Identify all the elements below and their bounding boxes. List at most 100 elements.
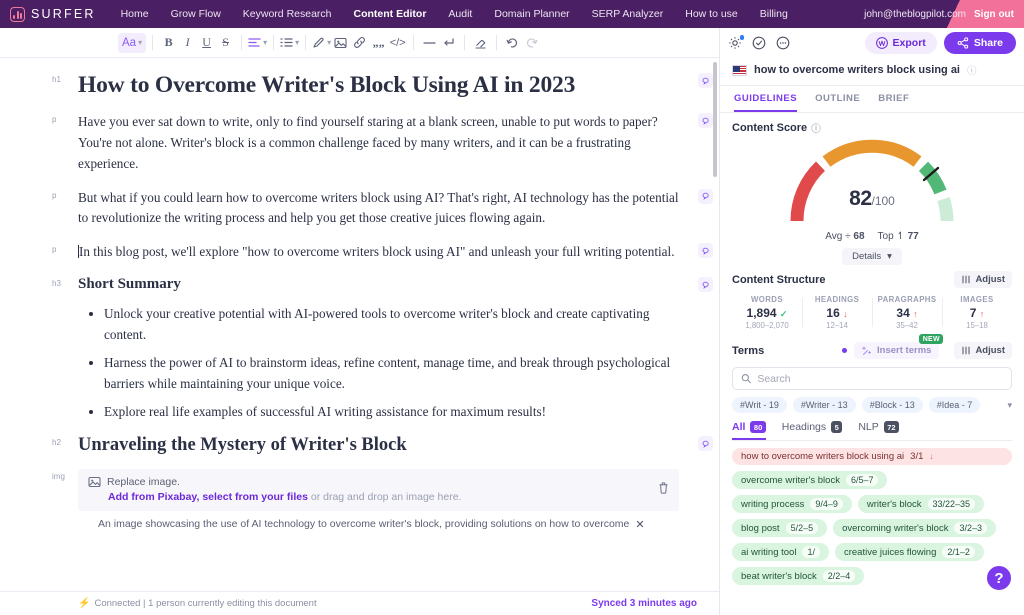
- image-placeholder[interactable]: Replace image. Add from Pixabay, select …: [78, 469, 679, 512]
- underline-button[interactable]: U: [197, 33, 216, 53]
- term-pill[interactable]: ai writing tool 1/: [732, 543, 829, 561]
- nav-item-content-editor[interactable]: Content Editor: [343, 0, 438, 28]
- page-title[interactable]: How to Overcome Writer's Block Using AI …: [78, 72, 679, 99]
- close-icon[interactable]: ✕: [635, 518, 644, 531]
- check-circle-icon[interactable]: [752, 36, 766, 50]
- tab-guidelines[interactable]: GUIDELINES: [734, 86, 798, 112]
- add-from-pixabay-link[interactable]: Add from Pixabay, select from your files: [108, 491, 308, 503]
- code-icon[interactable]: </>: [388, 33, 407, 53]
- hash-filter-writer[interactable]: #Writer - 13: [792, 397, 856, 413]
- adjust-structure-button[interactable]: Adjust: [954, 271, 1012, 288]
- term-pill[interactable]: how to overcome writers block using ai 3…: [732, 448, 1012, 465]
- chevron-down-icon: ▾: [138, 38, 143, 47]
- content-score-section: Content Score ⓘ 82/100 Avg ÷ 68 Top ↿ 77…: [720, 113, 1024, 265]
- page-break-icon[interactable]: [439, 33, 458, 53]
- comment-icon[interactable]: [698, 277, 713, 293]
- link-icon[interactable]: [350, 33, 369, 53]
- expand-hashes-chevron-icon[interactable]: ▾: [1007, 400, 1012, 411]
- summary-list[interactable]: Unlock your creative potential with AI-p…: [78, 304, 679, 422]
- terms-tab-headings[interactable]: Headings 5: [782, 421, 843, 440]
- nav-item-keyword-research[interactable]: Keyword Research: [232, 0, 343, 28]
- document-scroll-area[interactable]: h1 How to Overcome Writer's Block Using …: [0, 58, 719, 591]
- clear-formatting-eraser-icon[interactable]: [471, 33, 490, 53]
- help-button[interactable]: ?: [984, 563, 1014, 593]
- insert-image-icon[interactable]: [331, 33, 350, 53]
- nav-item-billing[interactable]: Billing: [749, 0, 799, 28]
- list-button[interactable]: ▾: [280, 33, 299, 53]
- strikethrough-button[interactable]: S: [216, 33, 235, 53]
- stat-label: WORDS: [751, 295, 783, 304]
- info-icon[interactable]: ⓘ: [967, 63, 977, 77]
- nav-item-home[interactable]: Home: [110, 0, 160, 28]
- comment-icon[interactable]: [698, 73, 713, 88]
- comment-icon[interactable]: [698, 436, 713, 452]
- document-block-paragraph[interactable]: p But what if you could learn how to ove…: [52, 188, 713, 230]
- quote-icon[interactable]: „„: [369, 33, 388, 53]
- adjust-terms-button[interactable]: Adjust: [954, 342, 1012, 359]
- bold-label: B: [164, 35, 173, 49]
- heading-unraveling-mystery[interactable]: Unraveling the Mystery of Writer's Block: [78, 435, 679, 456]
- document-block-h2[interactable]: h2 Unraveling the Mystery of Writer's Bl…: [52, 435, 713, 456]
- more-options-icon[interactable]: [776, 36, 790, 50]
- details-button[interactable]: Details ▾: [842, 248, 902, 265]
- list-item[interactable]: Harness the power of AI to brainstorm id…: [104, 353, 679, 395]
- brand-logo[interactable]: SURFER: [0, 6, 96, 22]
- redo-icon[interactable]: [522, 33, 541, 53]
- hash-filter-writ[interactable]: #Writ - 19: [732, 397, 787, 413]
- block-tag-label: h1: [52, 75, 61, 84]
- list-item[interactable]: Unlock your creative potential with AI-p…: [104, 304, 679, 346]
- document-block-image[interactable]: img Replace image. Add from Pixabay, sel…: [52, 469, 679, 531]
- term-text: writer's block: [866, 498, 922, 510]
- tab-brief[interactable]: BRIEF: [878, 86, 909, 112]
- list-item[interactable]: Explore real life examples of successful…: [104, 402, 679, 423]
- info-icon[interactable]: ⓘ: [811, 121, 821, 135]
- hash-filter-idea[interactable]: #Idea - 7: [928, 397, 981, 413]
- horizontal-rule-icon[interactable]: [420, 33, 439, 53]
- document-block-list[interactable]: Unlock your creative potential with AI-p…: [78, 304, 679, 422]
- undo-icon[interactable]: [503, 33, 522, 53]
- hash-filter-block[interactable]: #Block - 13: [861, 397, 923, 413]
- heading-short-summary[interactable]: Short Summary: [78, 276, 679, 293]
- insert-terms-button[interactable]: Insert terms NEW: [854, 334, 944, 359]
- italic-button[interactable]: I: [178, 33, 197, 53]
- comment-icon[interactable]: [698, 243, 713, 259]
- nav-item-how-to-use[interactable]: How to use: [674, 0, 749, 28]
- delete-image-icon[interactable]: [658, 481, 669, 499]
- nav-item-serp-analyzer[interactable]: SERP Analyzer: [581, 0, 675, 28]
- document-block-paragraph[interactable]: p Have you ever sat down to write, only …: [52, 112, 713, 175]
- term-pill[interactable]: overcome writer's block 6/5–7: [732, 471, 888, 489]
- comment-icon[interactable]: [698, 188, 713, 204]
- share-button[interactable]: Share: [943, 32, 1016, 54]
- term-pill[interactable]: writer's block 33/22–35: [857, 495, 985, 513]
- paragraph-text[interactable]: But what if you could learn how to overc…: [78, 188, 679, 230]
- document-scrollbar[interactable]: [713, 62, 717, 177]
- bold-button[interactable]: B: [159, 33, 178, 53]
- terms-tab-nlp[interactable]: NLP 72: [858, 421, 900, 440]
- export-button[interactable]: Export: [864, 32, 937, 54]
- terms-tab-all[interactable]: All 80: [732, 421, 766, 440]
- term-pill[interactable]: writing process 9/4–9: [732, 495, 852, 513]
- image-alt-text[interactable]: An image showcasing the use of AI techno…: [98, 518, 629, 530]
- nav-item-audit[interactable]: Audit: [437, 0, 483, 28]
- document-block-h1[interactable]: h1 How to Overcome Writer's Block Using …: [52, 72, 713, 99]
- terms-search-box[interactable]: [732, 367, 1012, 390]
- nav-item-domain-planner[interactable]: Domain Planner: [483, 0, 580, 28]
- term-pill[interactable]: creative juices flowing 2/1–2: [834, 543, 984, 561]
- term-pill[interactable]: beat writer's block 2/2–4: [732, 567, 865, 585]
- document-block-paragraph-active[interactable]: p In this blog post, we'll explore "how …: [52, 242, 713, 263]
- paragraph-text[interactable]: Have you ever sat down to write, only to…: [78, 112, 679, 175]
- term-pill[interactable]: blog post 5/2–5: [732, 519, 828, 537]
- font-style-button[interactable]: Aa ▾: [118, 32, 147, 53]
- terms-search-input[interactable]: [757, 372, 1003, 385]
- document-block-h3[interactable]: h3 Short Summary: [52, 276, 713, 293]
- align-button[interactable]: ▾: [248, 33, 267, 53]
- sign-out-link[interactable]: Sign out: [974, 9, 1014, 20]
- term-pill[interactable]: overcoming writer's block 3/2–3: [833, 519, 996, 537]
- nav-item-grow-flow[interactable]: Grow Flow: [160, 0, 232, 28]
- document-content[interactable]: h1 How to Overcome Writer's Block Using …: [0, 58, 719, 591]
- tab-outline[interactable]: OUTLINE: [815, 86, 860, 112]
- settings-gear-icon[interactable]: [728, 35, 744, 50]
- highlight-pen-icon[interactable]: ▾: [312, 33, 331, 53]
- paragraph-text-with-cursor[interactable]: In this blog post, we'll explore "how to…: [78, 242, 679, 263]
- comment-icon[interactable]: [698, 113, 713, 129]
